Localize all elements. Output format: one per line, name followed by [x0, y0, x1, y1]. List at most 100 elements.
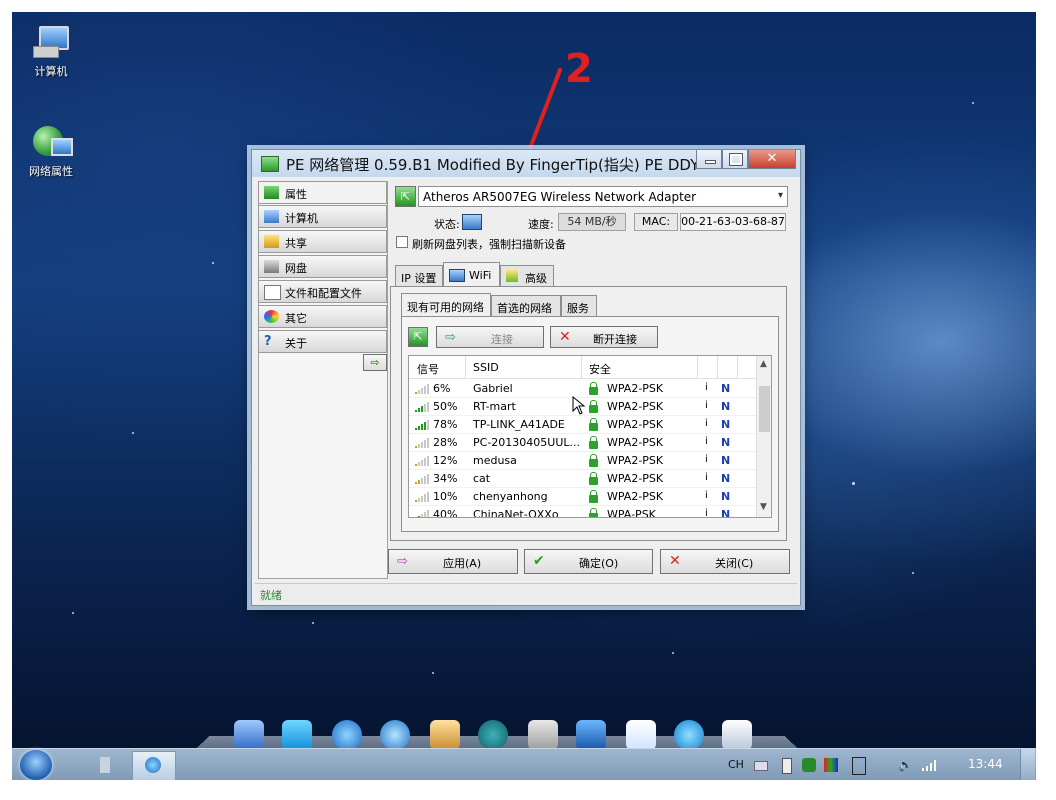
scroll-down-icon[interactable]: ▼ [760, 502, 767, 512]
lock-icon [589, 436, 598, 449]
wifi-signal-icon[interactable] [922, 759, 940, 771]
network-row[interactable]: 78% TP-LINK_A41ADE WPA2-PSK ⅰ N [409, 416, 757, 434]
internet-explorer-icon[interactable] [332, 720, 362, 750]
disconnect-button[interactable]: ✕ 断开连接 [550, 326, 658, 348]
refresh-networks-button[interactable]: ⇱ [408, 327, 428, 347]
star [972, 102, 974, 104]
volume-quick-icon[interactable] [100, 757, 110, 773]
security-type: WPA2-PSK [607, 472, 664, 485]
mode-n: N [721, 382, 731, 395]
dropbox-icon[interactable] [626, 720, 656, 750]
scrollbar-thumb[interactable] [759, 386, 770, 432]
tab-label: WiFi [469, 269, 492, 282]
refresh-adapter-button[interactable]: ⇱ [395, 186, 416, 207]
display-settings-icon[interactable] [722, 720, 752, 750]
speaker-icon[interactable]: 🔈 [898, 758, 913, 772]
network-list-header: 信号 SSID 安全 [409, 356, 757, 379]
lock-icon [589, 418, 598, 431]
show-desktop-button[interactable] [1020, 749, 1035, 780]
network-list-scrollbar[interactable]: ▲ ▼ [756, 356, 771, 517]
mode-n: N [721, 400, 731, 413]
sidebar-item-computer[interactable]: 计算机 [258, 205, 387, 228]
connect-button[interactable]: ⇨ 连接 [436, 326, 544, 348]
tab-preferred-networks[interactable]: 首选的网络 [491, 295, 561, 317]
sidebar-item-other[interactable]: 其它 [258, 305, 387, 328]
maximize-button[interactable] [722, 150, 748, 169]
folder-icon[interactable] [430, 720, 460, 750]
collapse-sidebar-button[interactable]: ⇨ [363, 354, 387, 371]
tab-services[interactable]: 服务 [561, 295, 597, 317]
window-close-button[interactable]: ✕ [748, 150, 796, 169]
signal-strength: 40% [433, 508, 458, 518]
sidebar-item-properties[interactable]: 属性 [258, 181, 387, 204]
network-row[interactable]: 10% chenyanhong WPA2-PSK ⅰ N [409, 488, 757, 506]
desktop-icon-computer[interactable]: 计算机 [16, 24, 86, 79]
minimize-button[interactable] [696, 150, 722, 169]
sidebar-item-share[interactable]: 共享 [258, 230, 387, 253]
ime-indicator[interactable]: CH [728, 758, 744, 771]
network-row[interactable]: 12% medusa WPA2-PSK ⅰ N [409, 452, 757, 470]
signal-bars-icon [415, 510, 429, 517]
ssid: PC-20130405UUL... [473, 436, 580, 449]
network-list[interactable]: 信号 SSID 安全 6% Gabriel WPA2-PSK ⅰ N 50% RT-mart… [408, 355, 772, 518]
adapter-select[interactable]: Atheros AR5007EG Wireless Network Adapte… [418, 186, 788, 207]
sidebar-item-netdisk[interactable]: 网盘 [258, 255, 387, 278]
mac-value: 00-21-63-03-68-87 [680, 213, 786, 231]
ssid: chenyanhong [473, 490, 548, 503]
star [672, 652, 674, 654]
battery-icon[interactable] [852, 757, 866, 775]
tab-available-networks[interactable]: 现有可用的网络 [401, 293, 491, 317]
network-row[interactable]: 40% ChinaNet-QXXo WPA-PSK ⅰ N [409, 506, 754, 518]
sidebar-item-label: 关于 [285, 337, 307, 350]
signal-strength: 10% [433, 490, 458, 503]
tab-wifi[interactable]: WiFi [443, 262, 500, 287]
column-header-signal[interactable]: 信号 [417, 361, 439, 377]
signal-strength: 12% [433, 454, 458, 467]
refresh-checkbox[interactable] [396, 236, 408, 248]
tab-ip-settings[interactable]: IP 设置 [395, 265, 443, 286]
keyboard-icon[interactable] [754, 761, 768, 771]
ok-button[interactable]: ✔ 确定(O) [524, 549, 653, 574]
column-header-ssid[interactable]: SSID [473, 361, 499, 374]
sidebar-item-about[interactable]: ? 关于 [258, 330, 387, 353]
taskbar: CH 🔈 13:44 [12, 748, 1036, 780]
ssid: medusa [473, 454, 517, 467]
tab-advanced[interactable]: 高级 [500, 265, 554, 286]
status-text: 就绪 [260, 589, 282, 602]
monitor-tool-icon[interactable] [576, 720, 606, 750]
start-button[interactable] [20, 750, 52, 780]
lock-icon [589, 508, 598, 517]
column-header-security[interactable]: 安全 [589, 361, 611, 377]
network-row[interactable]: 34% cat WPA2-PSK ⅰ N [409, 470, 757, 488]
windows-explorer-icon[interactable] [282, 720, 312, 750]
mac-label: MAC: [634, 213, 678, 231]
desktop-icon-network[interactable]: 网络属性 [16, 124, 86, 179]
title-bar[interactable]: PE 网络管理 0.59.B1 Modified By FingerTip(指尖… [252, 150, 800, 177]
win-network-icon[interactable] [478, 720, 508, 750]
star [432, 672, 434, 674]
network-drive-icon [264, 260, 279, 273]
status-label: 状态: [434, 218, 460, 231]
color-display-icon[interactable] [824, 758, 838, 772]
disconnect-x-icon: ✕ [559, 329, 571, 345]
media-player-icon[interactable] [380, 720, 410, 750]
lock-icon [589, 382, 598, 395]
refresh-checkbox-label: 刷新网盘列表，强制扫描新设备 [412, 238, 566, 251]
network-globe-icon [31, 124, 73, 160]
close-button[interactable]: ✕ 关闭(C) [660, 549, 790, 574]
apply-button[interactable]: ⇨ 应用(A) [388, 549, 518, 574]
calculator-icon[interactable] [674, 720, 704, 750]
clock[interactable]: 13:44 [968, 757, 1003, 771]
scroll-up-icon[interactable]: ▲ [760, 359, 767, 369]
usb-icon[interactable] [782, 758, 792, 774]
finder-icon[interactable] [234, 720, 264, 750]
network-row[interactable]: 28% PC-20130405UUL... WPA2-PSK ⅰ N [409, 434, 757, 452]
disk-tool-icon[interactable] [528, 720, 558, 750]
security-icon[interactable] [802, 758, 816, 772]
taskbar-app-ie[interactable] [132, 751, 176, 780]
security-type: WPA2-PSK [607, 400, 664, 413]
security-type: WPA2-PSK [607, 382, 664, 395]
connect-label: 连接 [491, 333, 513, 346]
sidebar-item-files-profiles[interactable]: 文件和配置文件 [258, 280, 387, 303]
lock-icon [589, 454, 598, 467]
